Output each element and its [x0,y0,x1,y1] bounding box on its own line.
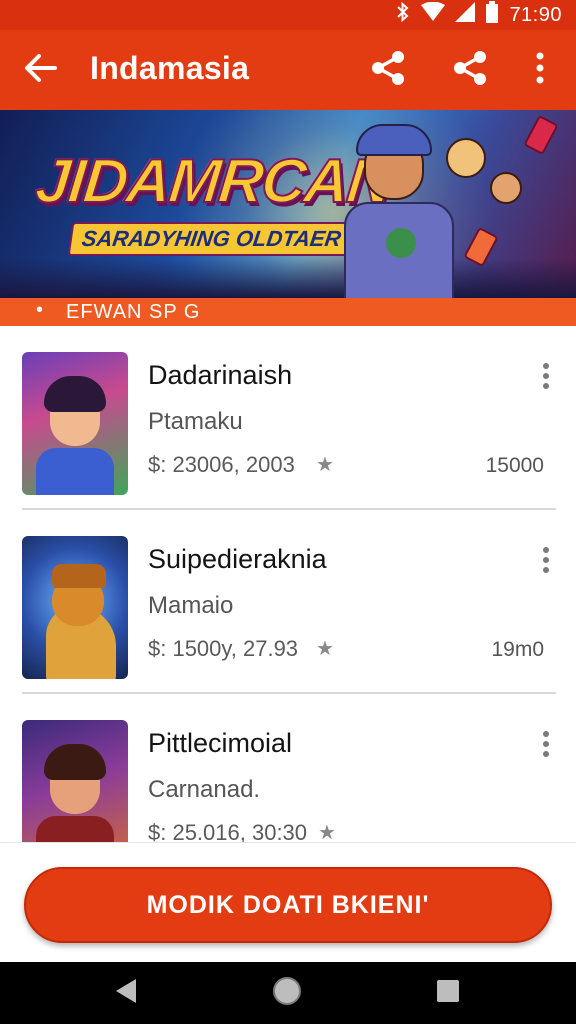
ticker-text: EFWAN SP G [66,301,201,323]
more-vert-icon [543,363,549,369]
app-thumbnail [22,536,128,679]
item-title: Suipedieraknia [148,544,327,574]
item-subtitle: Mamaio [148,592,234,619]
system-nav-bar [0,962,576,1024]
nav-back-icon [114,978,138,1009]
more-vert-icon [543,731,549,737]
list-item[interactable]: Pittlecimoial Carnanad. $: 25.016, 30:30… [0,694,576,842]
nav-home-button[interactable] [269,975,305,1011]
list-item[interactable]: Dadarinaish Ptamaku $: 23006, 2003 ★ 150… [0,326,576,510]
page-title: Indamasia [90,50,250,86]
list-item[interactable]: Suipedieraknia Mamaio $: 1500y, 27.93 ★ … [0,510,576,694]
back-button[interactable] [18,48,62,92]
status-bar: 71:90 [0,0,576,30]
back-arrow-icon [23,53,57,88]
share-button[interactable] [366,48,410,92]
app-list: Dadarinaish Ptamaku $: 23006, 2003 ★ 150… [0,326,576,842]
item-meta: $: 25.016, 30:30 [148,820,308,842]
overflow-menu-button[interactable] [518,48,562,92]
promo-banner[interactable]: JIDAMRCAN SARADYHING OLDTAER [0,110,576,298]
item-title: Dadarinaish [148,360,293,390]
wifi-icon [421,1,446,28]
star-icon: ★ [318,822,336,842]
share-button-secondary[interactable] [448,48,492,92]
primary-action-button[interactable]: MODIK DOATI BKIENI' [24,867,552,943]
app-bar: Indamasia [0,30,576,110]
signal-icon [455,2,476,28]
more-vert-icon [543,547,549,553]
star-icon: ★ [316,638,334,660]
ticker-bullet: • [36,299,44,321]
item-more-button[interactable] [536,544,556,576]
more-vert-icon [535,52,545,89]
app-thumbnail [22,720,128,842]
item-subtitle: Carnanad. [148,776,261,803]
nav-home-icon [272,976,302,1011]
item-meta: $: 1500y, 27.93 [148,636,299,661]
item-count: 19m0 [491,638,544,661]
nav-recents-button[interactable] [430,975,466,1011]
share-icon [370,50,406,91]
item-title: Pittlecimoial [148,728,293,758]
status-time: 71:90 [509,3,562,26]
status-icons: 71:90 [395,1,562,29]
battery-icon [485,1,499,29]
bottom-action-area: MODIK DOATI BKIENI' [0,842,576,962]
item-meta: $: 23006, 2003 [148,452,295,477]
banner-sidekick-character [490,172,522,204]
ticker-strip: • EFWAN SP G [0,298,576,326]
app-thumbnail [22,352,128,495]
item-count: 15000 [485,454,544,477]
item-subtitle: Ptamaku [148,408,243,435]
nav-back-button[interactable] [108,975,144,1011]
nav-recents-icon [436,979,460,1008]
star-icon: ★ [316,454,334,476]
banner-subtitle: SARADYHING OLDTAER [67,222,356,256]
item-more-button[interactable] [536,360,556,392]
item-more-button[interactable] [536,728,556,760]
bluetooth-icon [395,1,411,28]
banner-sidekick-character [446,138,486,178]
share-icon [452,50,488,91]
